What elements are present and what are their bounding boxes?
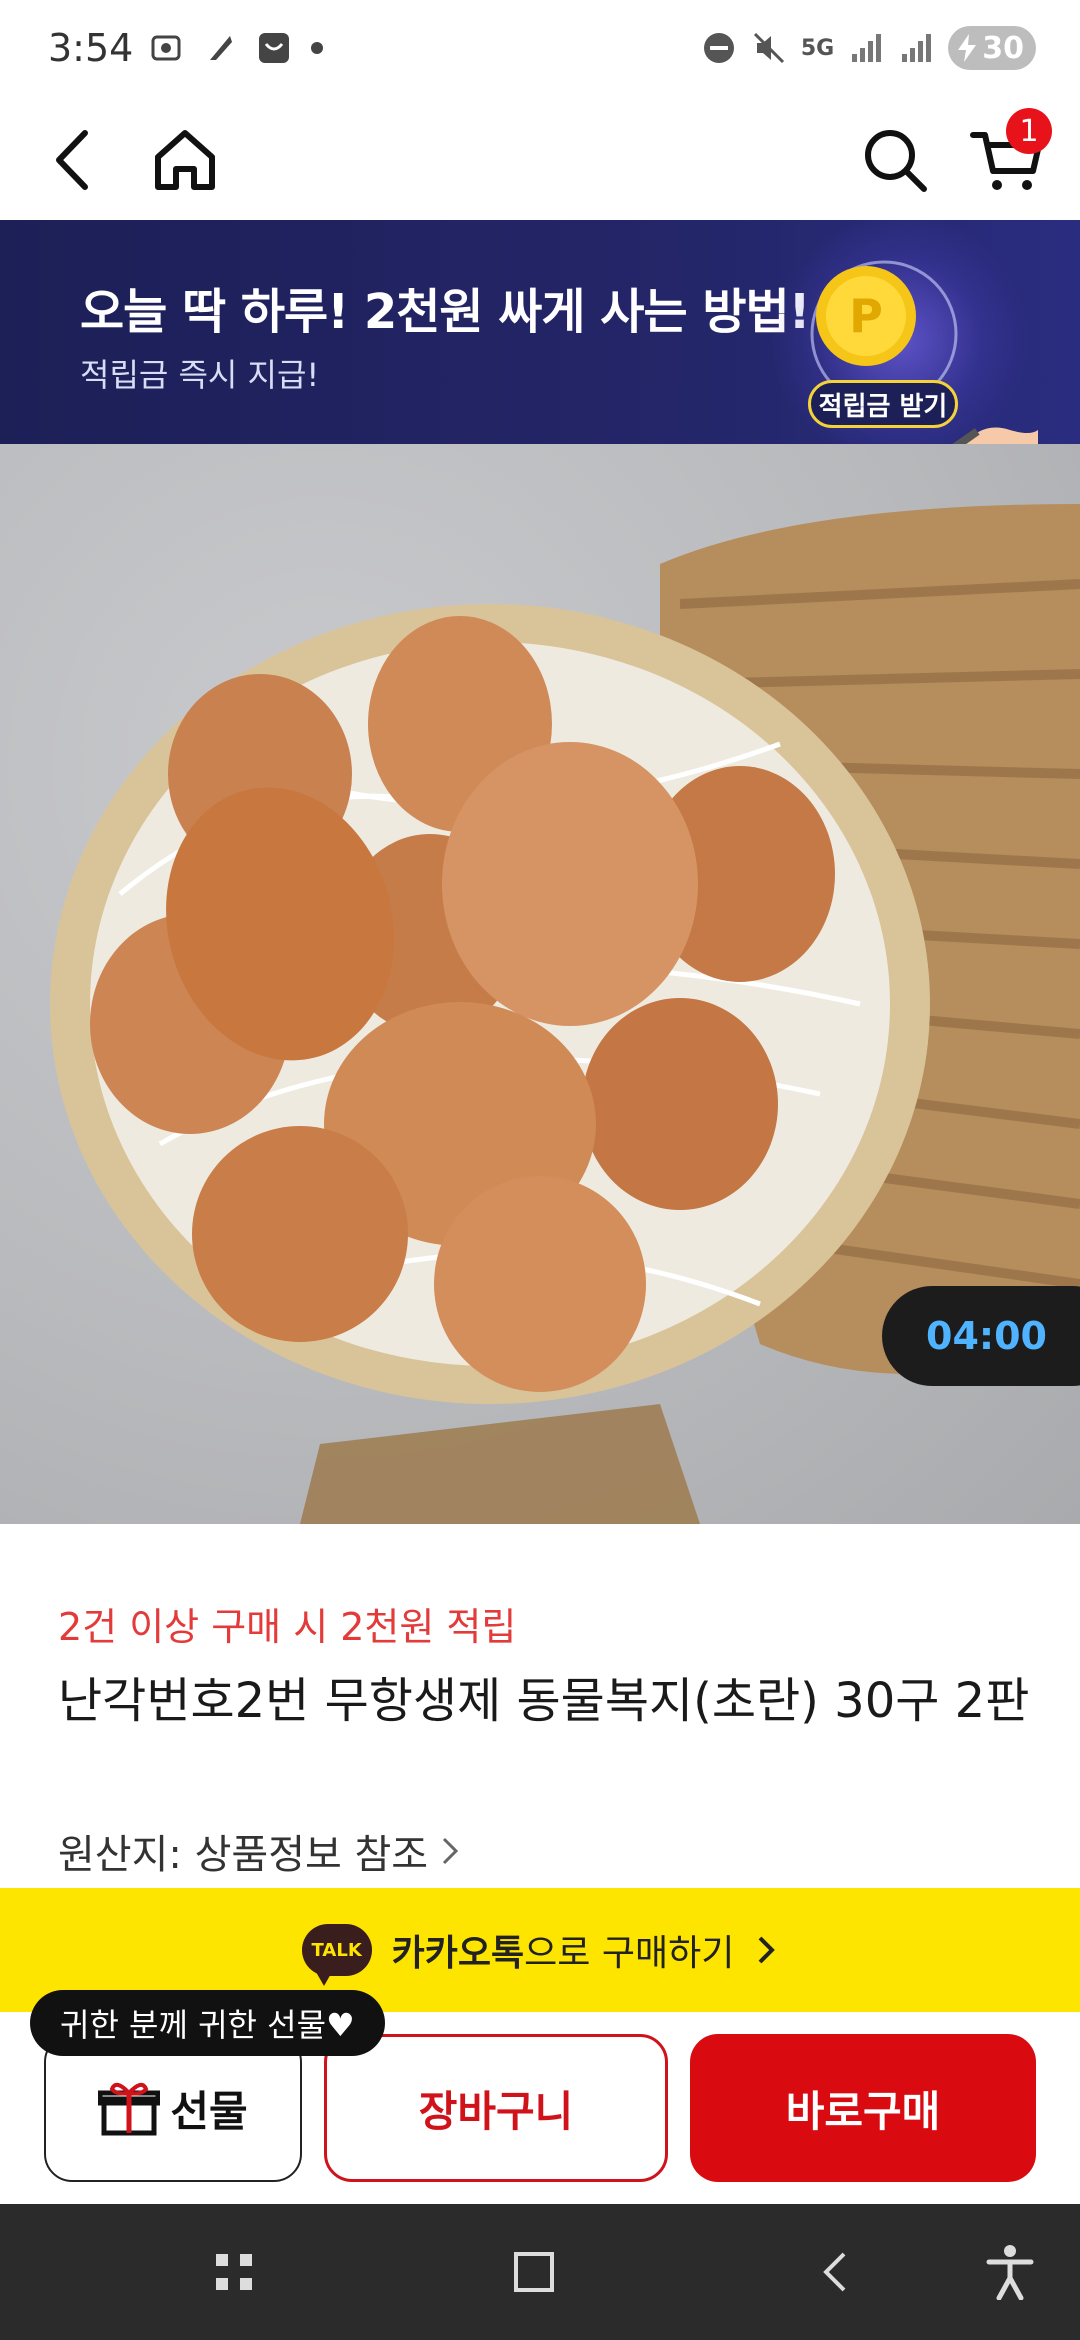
reward-coin-graphic: P 적립금 받기 xyxy=(770,220,1038,444)
dnd-icon xyxy=(703,33,734,63)
system-navigation-bar xyxy=(0,2204,1080,2340)
cart-button[interactable]: 1 xyxy=(952,100,1062,220)
charging-icon xyxy=(958,34,977,62)
gift-label: 선물 xyxy=(170,2086,248,2136)
chevron-right-icon xyxy=(443,1837,459,1865)
nav-back-icon xyxy=(823,2252,846,2292)
origin-text: 원산지: 상품정보 참조 xyxy=(58,1832,429,1878)
gift-icon xyxy=(98,2082,161,2136)
promo-text: 2건 이상 구매 시 2천원 적립 xyxy=(58,1605,517,1649)
accessibility-button[interactable] xyxy=(976,2238,1044,2306)
gift-button[interactable]: 선물 xyxy=(44,2034,302,2182)
home-system-button[interactable] xyxy=(500,2238,568,2306)
status-time: 3:54 xyxy=(48,26,134,70)
chevron-right-icon xyxy=(758,1936,776,1964)
add-to-cart-button[interactable]: 장바구니 xyxy=(324,2034,668,2182)
battery-indicator: 30 xyxy=(948,26,1036,70)
back-button[interactable] xyxy=(18,100,128,220)
status-bar: 3:54 5G 30 xyxy=(0,0,1080,100)
promo-banner[interactable]: 오늘 딱 하루! 2천원 싸게 사는 방법! 적립금 즉시 지급! P 적립금 … xyxy=(0,220,1080,444)
gift-tooltip: 귀한 분께 귀한 선물♥ xyxy=(30,1990,385,2056)
top-navigation: 1 xyxy=(0,100,1080,220)
paper-bottom xyxy=(300,1404,700,1524)
signal-icon-2 xyxy=(902,34,932,62)
feather-icon xyxy=(210,36,232,60)
hand-icon xyxy=(950,427,1038,444)
recent-apps-button[interactable] xyxy=(200,2238,268,2306)
signal-icon xyxy=(852,34,882,62)
home-square-icon xyxy=(514,2252,554,2292)
kakao-rest: 으로 구매하기 xyxy=(524,1933,735,1974)
back-icon xyxy=(56,130,88,190)
network-type: 5G xyxy=(800,35,835,61)
banner-title: 오늘 딱 하루! 2천원 싸게 사는 방법! xyxy=(80,284,811,340)
home-button[interactable] xyxy=(130,100,240,220)
app-notification-icon xyxy=(259,33,289,63)
more-dot-icon xyxy=(311,42,323,54)
mute-icon xyxy=(753,32,784,64)
reward-button[interactable]: 적립금 받기 xyxy=(808,380,958,428)
home-icon xyxy=(155,130,215,190)
battery-level: 30 xyxy=(982,30,1024,66)
search-button[interactable] xyxy=(840,100,950,220)
buy-now-button[interactable]: 바로구매 xyxy=(690,2034,1036,2182)
origin-link[interactable]: 원산지: 상품정보 참조 xyxy=(58,1822,462,1880)
status-system-icons: 5G 30 xyxy=(701,26,1036,70)
product-title: 난각번호2번 무항생제 동물복지(초란) 30구 2판 xyxy=(58,1673,1030,1729)
product-image[interactable]: 04:00 xyxy=(0,444,1080,1524)
kakao-brand: 카카오톡 xyxy=(391,1933,525,1974)
cart-badge: 1 xyxy=(1006,108,1052,154)
video-timer: 04:00 xyxy=(882,1286,1080,1386)
accessibility-icon xyxy=(986,2245,1034,2300)
kakao-purchase-label: 카카오톡으로 구매하기 xyxy=(392,1924,735,1976)
search-icon xyxy=(865,130,927,192)
screenshot-icon xyxy=(151,35,181,61)
status-notification-icons xyxy=(148,30,324,66)
coin-letter: P xyxy=(849,289,883,343)
recent-apps-icon xyxy=(216,2254,252,2290)
kakao-talk-icon: TALK xyxy=(301,1924,372,1986)
system-back-button[interactable] xyxy=(802,2238,870,2306)
banner-subtitle: 적립금 즉시 지급! xyxy=(80,356,320,394)
